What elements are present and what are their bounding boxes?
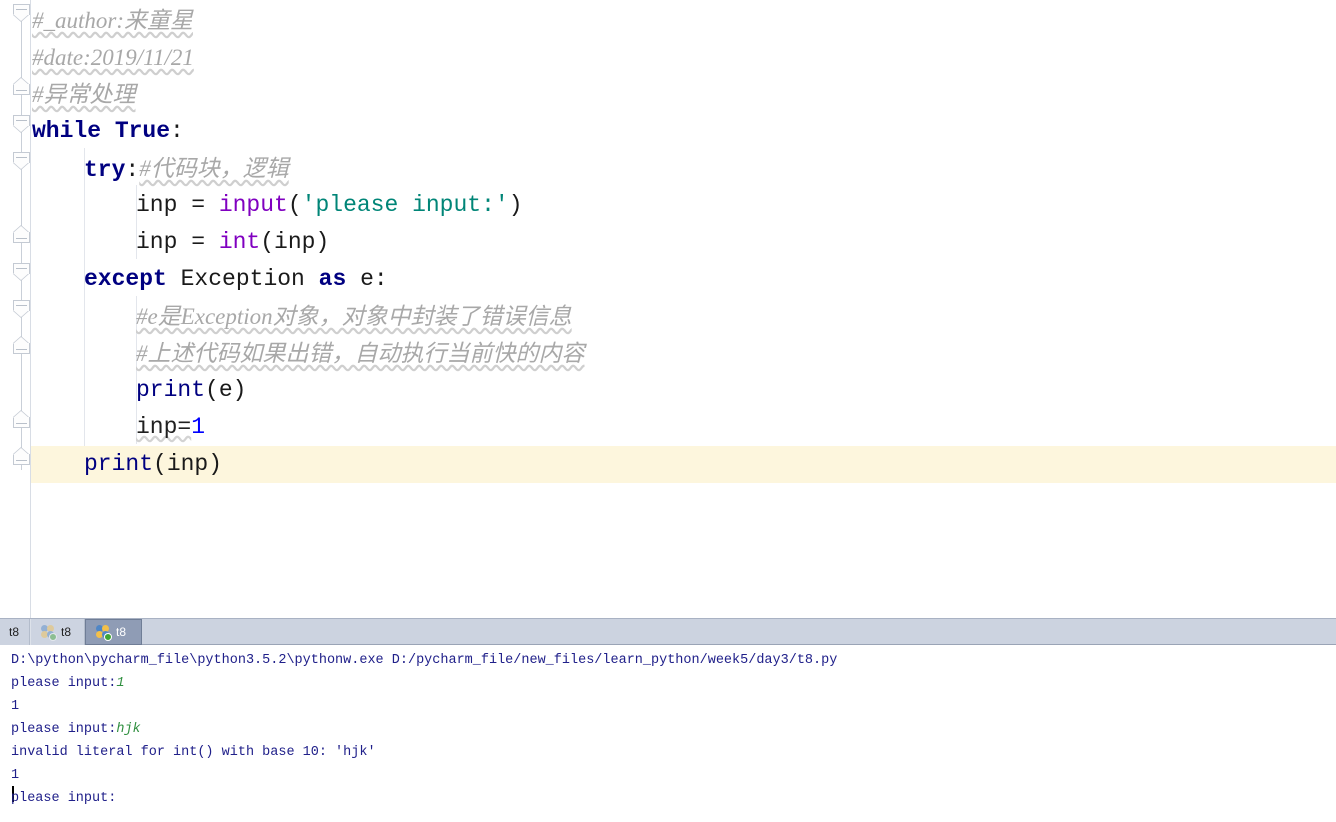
console-output-text: please input: <box>11 676 117 691</box>
line-date-comment[interactable]: #date:2019/11/21 <box>0 39 1336 76</box>
code-token-plain: e: <box>346 266 388 292</box>
code-token-comment: #代码块，逻辑 <box>139 156 289 181</box>
line-inp-int[interactable]: inp = int(inp) <box>0 224 1336 261</box>
console-error: invalid literal for int() with base 10: … <box>11 741 376 764</box>
console-output-text: 1 <box>11 768 20 783</box>
tab-t8-plain[interactable]: t8 <box>0 619 30 645</box>
console-echo-2: 1 <box>11 764 19 787</box>
editor-gutter[interactable] <box>0 0 30 618</box>
code-token-plain: inp = <box>136 229 219 255</box>
code-token-comment: #_author:来童星 <box>32 8 193 33</box>
console-prompt-3: please input: <box>11 787 116 810</box>
line-try[interactable]: try:#代码块，逻辑 <box>0 150 1336 187</box>
code-token-plain: ) <box>508 192 523 218</box>
code-editor-pane[interactable]: #_author:来童星 #date:2019/11/21 #异常处理 while T… <box>0 0 1336 618</box>
fold-marker-try[interactable] <box>13 152 30 169</box>
console-command: D:\python\pycharm_file\python3.5.2\pytho… <box>11 649 837 672</box>
console-echo-1: 1 <box>11 695 19 718</box>
code-token-kw: as <box>318 266 347 292</box>
tab-t8-selected[interactable]: t8 <box>85 619 142 645</box>
code-token-func: print <box>84 451 154 477</box>
console-prompt-1: please input:1 <box>11 672 124 695</box>
code-token-plain: inp = <box>136 192 219 218</box>
code-token-plain: : <box>125 157 140 183</box>
fold-marker-except[interactable] <box>13 263 30 280</box>
code-token-comment: #上述代码如果出错，自动执行当前快的内容 <box>136 341 585 366</box>
console-user-input: 1 <box>116 676 125 691</box>
line-print-e[interactable]: print(e) <box>0 372 1336 409</box>
fold-marker-comment-end[interactable] <box>13 337 30 354</box>
code-token-num: 1 <box>191 414 206 440</box>
console-output-text: please input: <box>11 791 117 806</box>
code-token-plain: (inp) <box>153 451 223 477</box>
line-comment-e-object[interactable]: #e是Exception对象，对象中封装了错误信息 <box>0 298 1336 335</box>
fold-marker-author[interactable] <box>13 4 30 21</box>
line-topic-comment[interactable]: #异常处理 <box>0 76 1336 113</box>
fold-marker-except-end[interactable] <box>13 411 30 428</box>
code-token-builtin: input <box>218 192 288 218</box>
code-token-plain: Exception <box>166 266 319 292</box>
code-token-kw: except <box>84 266 167 292</box>
python-icon <box>40 624 57 641</box>
code-token-builtin: int <box>218 229 261 255</box>
code-token-kw: try <box>84 157 126 183</box>
console-output-text: please input: <box>11 722 117 737</box>
code-lines-container[interactable]: #_author:来童星 #date:2019/11/21 #异常处理 while T… <box>0 0 1336 618</box>
gutter-divider <box>30 0 31 618</box>
code-token-func: print <box>136 377 206 403</box>
line-comment-auto-exec[interactable]: #上述代码如果出错，自动执行当前快的内容 <box>0 335 1336 372</box>
code-token-kw: while <box>32 118 102 144</box>
code-token-plain: (inp) <box>260 229 330 255</box>
line-except[interactable]: except Exception as e: <box>0 261 1336 298</box>
console-prompt-2: please input:hjk <box>11 718 141 741</box>
code-token-kw: True <box>114 118 171 144</box>
fold-marker-comment-block[interactable] <box>13 300 30 317</box>
tab-label: t8 <box>61 625 72 639</box>
line-print-inp[interactable]: print(inp) <box>0 446 1336 483</box>
fold-marker-try-end[interactable] <box>13 226 30 243</box>
code-token-plain: (e) <box>205 377 247 403</box>
line-while-true[interactable]: while True: <box>0 113 1336 150</box>
code-token-str: 'please input:' <box>301 192 509 218</box>
console-output-text: 1 <box>11 699 20 714</box>
code-token-plain: : <box>170 118 184 144</box>
fold-marker-while-end[interactable] <box>13 448 30 465</box>
console-user-input: hjk <box>116 722 141 737</box>
line-author-comment[interactable]: #_author:来童星 <box>0 2 1336 39</box>
tab-label: t8 <box>116 625 127 639</box>
code-token-comment: #异常处理 <box>32 82 136 107</box>
tab-label: t8 <box>9 625 20 639</box>
fold-marker-while[interactable] <box>13 115 30 132</box>
line-inp-input[interactable]: inp = input('please input:') <box>0 187 1336 224</box>
code-token-comment: #date:2019/11/21 <box>32 45 194 70</box>
code-token-plain: ( <box>287 192 302 218</box>
console-output-text: invalid literal for int() with base 10: … <box>11 745 376 760</box>
run-console-output[interactable]: D:\python\pycharm_file\python3.5.2\pytho… <box>0 645 1336 821</box>
run-tool-tab-bar[interactable]: t8 t8 t8 <box>0 618 1336 645</box>
fold-marker-topic[interactable] <box>13 78 30 95</box>
python-icon <box>95 624 112 641</box>
line-inp-assign-one[interactable]: inp=1 <box>0 409 1336 446</box>
console-output-text: D:\python\pycharm_file\python3.5.2\pytho… <box>11 653 838 668</box>
code-token-squiggle: inp= <box>136 414 192 440</box>
code-token-comment: #e是Exception对象，对象中封装了错误信息 <box>136 304 572 329</box>
tab-t8-idle[interactable]: t8 <box>30 619 85 645</box>
